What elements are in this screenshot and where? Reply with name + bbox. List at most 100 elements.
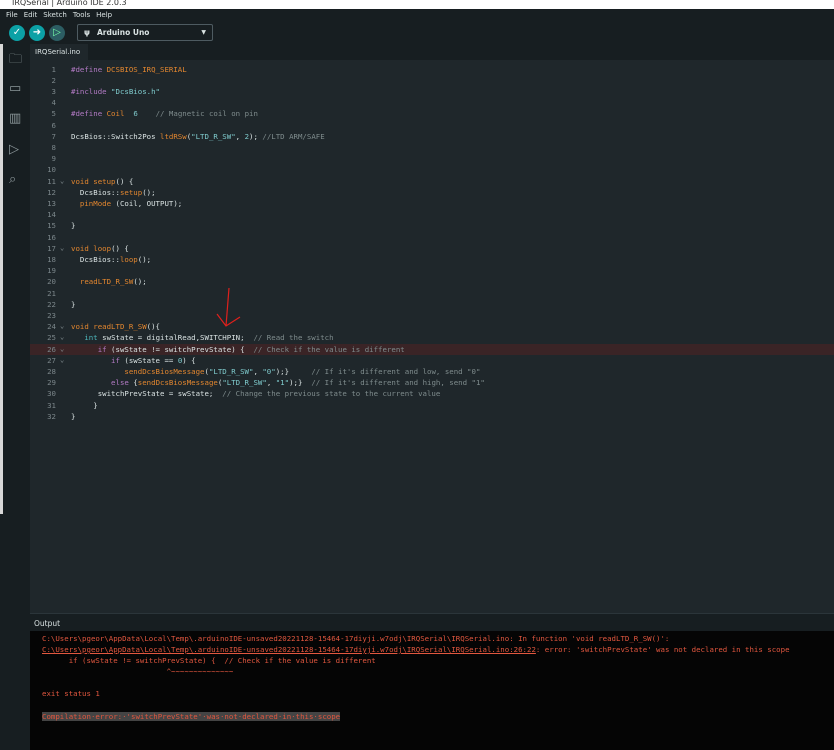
code-line[interactable]: 16 [30,232,834,243]
tab-irqserial[interactable]: IRQSerial.ino [30,44,88,60]
error-location-link[interactable]: C:\Users\pgeor\AppData\Local\Temp\.ardui… [42,645,536,654]
code-line[interactable]: 17 ⌄ void loop() { [30,243,834,254]
line-number: 13 [47,198,56,208]
fold-chevron-icon[interactable]: ⌄ [60,176,64,187]
line-number: 26 [47,344,56,354]
line-number: 6 [51,120,56,130]
verify-button[interactable]: ✓ [9,24,25,41]
menu-edit[interactable]: Edit [24,11,38,19]
code-token: { [128,378,138,388]
line-number: 30 [47,389,56,399]
code-token: "LTD_R_SW" [208,366,254,376]
debug-icon[interactable]: ▷ [9,142,19,157]
code-line[interactable]: 22} [30,299,834,310]
line-number: 12 [47,187,56,197]
library-icon[interactable]: ▥ [9,111,21,126]
fold-chevron-icon[interactable]: ⌄ [60,321,64,332]
code-line[interactable]: 9 [30,153,834,164]
code-line[interactable]: 6 [30,120,834,131]
code-line[interactable]: 31 } [30,400,834,411]
code-line[interactable]: 10 [30,164,834,175]
line-number: 14 [47,210,56,220]
debug-button[interactable]: ▷ [49,24,65,41]
code-token: (); [133,277,147,287]
code-line[interactable]: 19 [30,265,834,276]
code-text: void loop() { [71,243,129,254]
menu-tools[interactable]: Tools [73,11,90,19]
code-text: #define Coil 6 // Magnetic coil on pin [71,108,258,119]
code-text: DcsBios::loop(); [71,254,151,265]
code-token: #define [71,64,107,74]
code-line[interactable]: 2 [30,75,834,86]
code-token: (){ [146,322,161,332]
board-manager-icon[interactable]: ▭ [9,81,21,96]
code-line[interactable]: 20 readLTD_R_SW(); [30,276,834,287]
code-line[interactable]: 4 [30,97,834,108]
output-console[interactable]: C:\Users\pgeor\AppData\Local\Temp\.ardui… [30,631,834,750]
code-line[interactable]: 24 ⌄ void readLTD_R_SW(){ [30,321,834,332]
code-line[interactable]: 28 sendDcsBiosMessage("LTD_R_SW", "0");}… [30,366,834,377]
output-panel-title: Output [30,613,834,631]
code-text: } [71,220,75,231]
search-icon[interactable]: ⌕ [9,172,16,187]
menu-bar: File Edit Sketch Tools Help [0,9,834,21]
board-name: Arduino Uno [96,28,150,37]
code-token: loop [119,254,138,264]
fold-chevron-icon[interactable]: ⌄ [60,243,64,254]
code-token: swState = digitalRead,SWITCHPIN; [97,333,254,343]
code-token: ltdRSw [160,131,187,141]
code-line[interactable]: 5 #define Coil 6 // Magnetic coil on pin [30,108,834,119]
code-line[interactable]: 8 [30,142,834,153]
code-line[interactable]: 3 #include "DcsBios.h" [30,86,834,97]
code-line[interactable]: 15} [30,220,834,231]
code-token: Coil [106,109,125,119]
code-text: int swState = digitalRead,SWITCHPIN; // … [71,332,333,343]
code-line[interactable]: 1 #define DCSBIOS_IRQ_SERIAL [30,64,834,75]
line-number: 3 [51,86,56,96]
menu-sketch[interactable]: Sketch [43,11,67,19]
code-line[interactable]: 14 [30,209,834,220]
code-token: "LTD_R_SW" [191,131,236,141]
code-line[interactable]: 13 pinMode (Coil, OUTPUT); [30,198,834,209]
code-line[interactable]: 30 switchPrevState = swState; // Change … [30,388,834,399]
code-token: switchPrevState = swState; [71,389,223,399]
code-token: "0" [262,366,276,376]
line-number: 23 [47,310,56,320]
code-line[interactable]: 27 ⌄ if (swState == 0) { [30,355,834,366]
code-text: switchPrevState = swState; // Change the… [71,388,441,399]
code-token: "DcsBios.h" [111,86,160,96]
window-title: IRQSerial | Arduino IDE 2.0.3 [0,0,834,9]
code-line[interactable]: 29 else {sendDcsBiosMessage("LTD_R_SW", … [30,377,834,388]
fold-chevron-icon[interactable]: ⌄ [60,344,64,355]
fold-chevron-icon[interactable]: ⌄ [60,355,64,366]
menu-file[interactable]: File [6,11,18,19]
code-text: } [71,400,97,411]
code-token: DcsBios:: [71,254,120,264]
code-line[interactable]: 7 DcsBios::Switch2Pos ltdRSw("LTD_R_SW", … [30,131,834,142]
line-number: 27 [47,355,56,365]
code-token: (Coil, OUTPUT); [111,198,183,208]
line-number: 29 [47,378,56,388]
code-editor[interactable]: 1 #define DCSBIOS_IRQ_SERIAL 2 3 #include "D… [30,60,834,613]
code-text: sendDcsBiosMessage("LTD_R_SW", "0");} //… [71,366,480,377]
code-token: "1" [275,378,290,388]
code-line[interactable]: 11 ⌄ void setup() { [30,176,834,187]
code-line[interactable]: 21 [30,288,834,299]
code-line[interactable]: 25 ⌄ int swState = digitalRead,SWITCHPIN;… [30,332,834,343]
code-token: } [71,299,76,309]
fold-chevron-icon[interactable]: ⌄ [60,332,64,343]
code-line[interactable]: 12 DcsBios::setup(); [30,187,834,198]
code-line[interactable]: 18 DcsBios::loop(); [30,254,834,265]
folder-icon[interactable]: 🗀 [9,50,22,72]
upload-button[interactable]: ➜ [29,24,45,41]
code-token: } [71,411,76,421]
code-token: loop [93,243,112,253]
menu-help[interactable]: Help [96,11,112,19]
code-text: void readLTD_R_SW(){ [71,321,160,332]
board-selector[interactable]: ψ Arduino Uno ▼ [77,24,213,41]
code-line[interactable]: 23 [30,310,834,321]
code-line[interactable]: 32} [30,411,834,422]
code-line[interactable]: 26 ⌄ if (swState != switchPrevState) { //… [30,343,834,355]
